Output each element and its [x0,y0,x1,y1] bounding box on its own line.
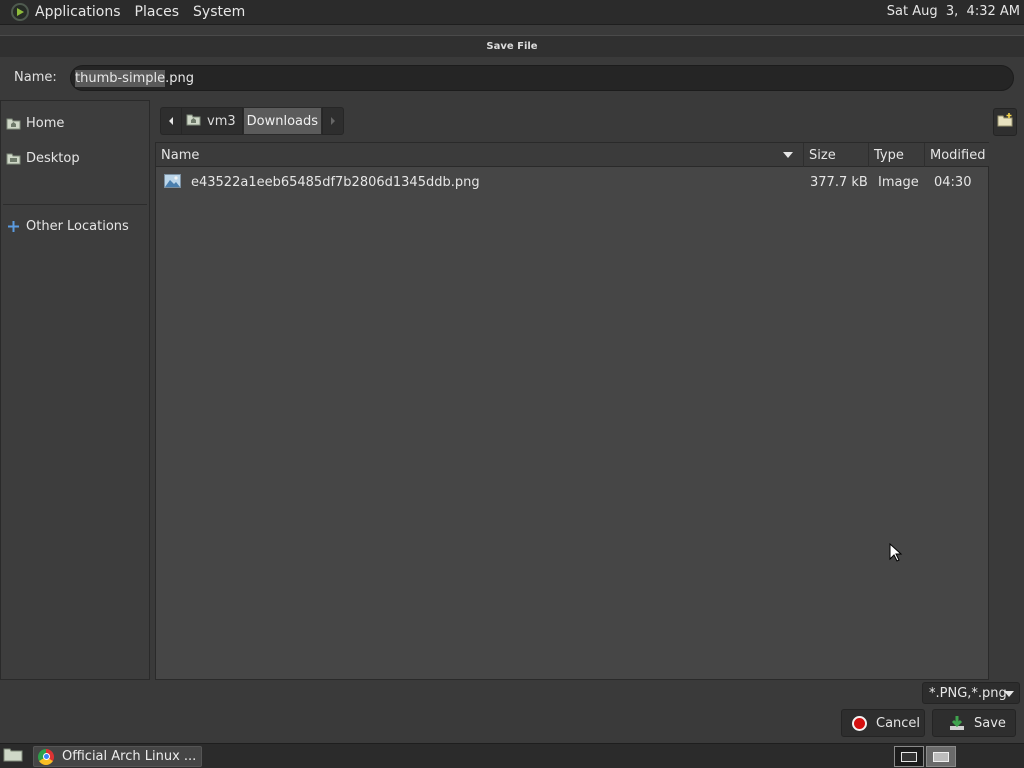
sidebar-separator [3,204,147,205]
workspace-2[interactable] [926,746,956,767]
sidebar-item-home[interactable]: Home [6,113,64,133]
menu-logo-icon[interactable] [11,3,29,21]
taskbar-task-label: Official Arch Linux ... [62,749,197,764]
plus-icon [6,220,21,233]
workspace-window-icon [901,751,917,762]
sidebar-item-desktop[interactable]: Desktop [6,148,80,168]
save-file-dialog: Save File Name: thumb-simple .png Home De… [0,25,1024,743]
mouse-pointer-icon [889,542,903,563]
file-type: Image [878,174,919,190]
save-download-icon [949,715,965,731]
filename-input[interactable]: thumb-simple .png [70,65,1014,91]
column-label: Type [874,147,904,163]
places-sidebar: Home Desktop Other Locations [0,100,150,680]
taskbar: Official Arch Linux ... [0,743,1024,768]
name-row: Name: thumb-simple .png [0,63,1024,93]
file-type-filter-dropdown[interactable]: *.PNG,*.png [922,682,1020,704]
create-folder-button[interactable] [993,108,1017,136]
show-desktop-button[interactable] [2,747,24,765]
path-segment-label: vm3 [207,113,236,129]
cancel-button-label: Cancel [876,715,921,731]
file-list: Name Size Type Modified e43522a1eeb65485… [155,142,990,680]
filter-selected-value: *.PNG,*.png [929,685,1007,701]
dropdown-arrow-icon [1004,691,1014,697]
save-button[interactable]: Save [932,709,1016,737]
path-segment-downloads[interactable]: Downloads [242,107,323,135]
file-size: 377.7 kB [810,174,868,190]
file-name: e43522a1eeb65485df7b2806d1345ddb.png [191,174,480,190]
path-segment-vm3[interactable]: vm3 [182,107,243,135]
workspace-window-icon [933,751,949,762]
cancel-icon [852,715,867,731]
column-header-name[interactable]: Name [156,143,804,167]
column-header-size[interactable]: Size [804,143,869,167]
clock[interactable]: Sat Aug 3, 4:32 AM [887,4,1020,19]
taskbar-task-button[interactable]: Official Arch Linux ... [33,746,202,767]
home-folder-icon [6,117,21,130]
column-label: Size [809,147,836,163]
sort-descending-icon [783,152,793,158]
file-row[interactable]: e43522a1eeb65485df7b2806d1345ddb.png 377… [156,171,990,193]
save-button-label: Save [974,715,1006,731]
chrome-icon [38,748,54,765]
top-panel: Applications Places System Sat Aug 3, 4:… [0,0,1024,25]
sidebar-item-label: Other Locations [26,218,129,234]
file-modified: 04:30 [934,174,972,190]
file-list-header: Name Size Type Modified [156,143,990,167]
menu-places[interactable]: Places [135,4,180,20]
path-forward-button[interactable] [322,107,345,135]
sidebar-item-label: Home [26,115,65,131]
dialog-titlebar[interactable]: Save File [0,35,1024,57]
image-file-icon [164,174,181,188]
sidebar-item-other-locations[interactable]: Other Locations [6,216,129,236]
home-folder-icon [186,113,201,130]
column-label: Modified [930,147,986,163]
sidebar-item-label: Desktop [26,150,80,166]
menu-applications[interactable]: Applications [35,4,121,20]
menu-system[interactable]: System [193,4,245,20]
workspace-1[interactable] [894,746,924,767]
desktop-folder-icon [6,152,21,165]
show-desktop-icon [3,746,23,766]
filename-selected-text: thumb-simple [75,69,166,87]
path-bar: vm3 Downloads [160,107,345,135]
filename-extension-text: .png [165,70,194,86]
column-header-modified[interactable]: Modified [925,143,990,167]
name-label: Name: [14,70,57,85]
column-label: Name [161,147,200,163]
file-list-scroll-area [989,142,1020,680]
path-back-button[interactable] [160,107,182,135]
path-segment-label: Downloads [246,113,319,129]
cancel-button[interactable]: Cancel [841,709,925,737]
new-folder-icon [997,113,1013,131]
column-header-type[interactable]: Type [869,143,925,167]
dialog-title: Save File [486,41,538,52]
